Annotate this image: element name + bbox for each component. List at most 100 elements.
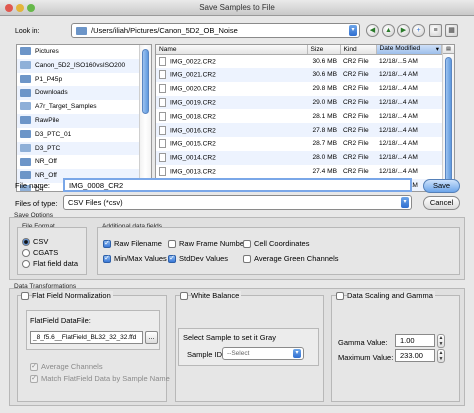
look-in-combo[interactable]: /Users/iliah/Pictures/Canon_5D2_OB_Noise… bbox=[71, 23, 360, 38]
folder-item[interactable]: P1_P45p bbox=[17, 73, 139, 87]
flat-field-datafile-input[interactable]: _8_f5.6__FlatField_BL32_32_32.ffd bbox=[30, 331, 143, 344]
file-kind-cell: CR2 File bbox=[340, 95, 376, 110]
new-folder-icon[interactable]: + bbox=[412, 24, 425, 37]
file-kind-cell: CR2 File bbox=[340, 150, 376, 165]
additional-fields-group bbox=[97, 227, 460, 275]
up-folder-icon[interactable]: ▲ bbox=[382, 24, 395, 37]
file-name-cell: IMG_0014.CR2 bbox=[156, 150, 307, 165]
file-size-cell: 28.1 MB bbox=[307, 109, 340, 123]
cancel-button[interactable]: Cancel bbox=[423, 196, 460, 210]
raw-filename-checkbox[interactable]: ✓ bbox=[103, 240, 111, 248]
cell-text: CR2 File bbox=[343, 140, 369, 148]
folder-icon bbox=[20, 171, 31, 180]
folder-item[interactable]: RawPile bbox=[17, 113, 139, 128]
cell-text: 12/18/...4 AM bbox=[379, 98, 418, 106]
file-size-cell: 29.0 MB bbox=[307, 95, 340, 110]
file-size-cell: 28.7 MB bbox=[307, 137, 340, 151]
folder-list[interactable]: Pictures Canon_5D2_ISO160vsISO200 P1_P45p D… bbox=[16, 44, 152, 192]
column-header-kind[interactable]: Kind bbox=[340, 45, 377, 55]
flat-field-radio[interactable] bbox=[22, 260, 30, 268]
file-table[interactable]: Name Size Kind Date Modified ▾ IMG_0022.C… bbox=[155, 44, 455, 192]
table-row[interactable]: IMG_0015.CR2 28.7 MB CR2 File 12/18/...4 AM bbox=[156, 137, 442, 151]
file-size-cell: 27.8 MB bbox=[307, 123, 340, 138]
maximum-value-stepper[interactable]: ▲ ▼ bbox=[437, 349, 445, 363]
minimize-window-icon[interactable] bbox=[16, 4, 24, 12]
save-button[interactable]: Save bbox=[423, 179, 460, 193]
data-scaling-checkbox[interactable] bbox=[336, 292, 344, 300]
list-view-icon[interactable]: ≡ bbox=[429, 24, 442, 37]
average-channels-label: Average Channels bbox=[41, 362, 103, 371]
folder-list-scrollbar[interactable] bbox=[139, 45, 151, 191]
cgats-radio[interactable] bbox=[22, 249, 30, 257]
folder-icon bbox=[20, 47, 31, 56]
file-name-input[interactable]: IMG_0008_CR2 bbox=[63, 178, 412, 192]
details-view-icon[interactable]: ▦ bbox=[445, 24, 458, 37]
cell-coordinates-label: Cell Coordinates bbox=[254, 239, 310, 248]
average-channels-checkbox[interactable]: ✓ bbox=[30, 363, 38, 371]
scrollbar-thumb[interactable] bbox=[142, 49, 149, 114]
raw-frame-number-checkbox[interactable] bbox=[168, 240, 176, 248]
folder-item[interactable]: A7r_Target_Samples bbox=[17, 100, 139, 114]
cell-text: 29.8 MB bbox=[312, 85, 337, 93]
min-max-values-checkbox[interactable]: ✓ bbox=[103, 255, 111, 263]
column-header-date-modified[interactable]: Date Modified ▾ bbox=[376, 45, 442, 55]
cell-text: 12/18/...4 AM bbox=[379, 126, 418, 134]
folder-item[interactable]: D3_PTC bbox=[17, 141, 139, 156]
table-row[interactable]: IMG_0020.CR2 29.8 MB CR2 File 12/18/...4 AM bbox=[156, 82, 442, 96]
gamma-value-input[interactable]: 1.00 bbox=[395, 334, 435, 347]
file-table-scrollbar[interactable]: ▤ bbox=[442, 45, 454, 191]
csv-radio[interactable] bbox=[22, 238, 30, 246]
file-name-cell: IMG_0018.CR2 bbox=[156, 109, 307, 123]
folder-item[interactable]: NR_Off bbox=[17, 155, 139, 169]
scrollbar-thumb[interactable] bbox=[445, 57, 452, 185]
gamma-stepper[interactable]: ▲ ▼ bbox=[437, 334, 445, 348]
cell-text: IMG_0020.CR2 bbox=[170, 85, 216, 93]
folder-item[interactable]: D3_PTC_01 bbox=[17, 128, 139, 142]
table-row[interactable]: IMG_0018.CR2 28.1 MB CR2 File 12/18/...4 AM bbox=[156, 109, 442, 123]
folder-item[interactable]: Canon_5D2_ISO160vsISO200 bbox=[17, 58, 139, 73]
table-row[interactable]: IMG_0022.CR2 30.6 MB CR2 File 12/18/...5 AM bbox=[156, 54, 442, 68]
cell-coordinates-checkbox[interactable] bbox=[243, 240, 251, 248]
average-green-channels-checkbox[interactable] bbox=[243, 255, 251, 263]
back-icon[interactable]: ◀ bbox=[366, 24, 379, 37]
folder-item[interactable]: Downloads bbox=[17, 86, 139, 101]
table-row[interactable]: IMG_0014.CR2 28.0 MB CR2 File 12/18/...4 AM bbox=[156, 150, 442, 165]
forward-icon[interactable]: ▶ bbox=[397, 24, 410, 37]
title-bar: Save Samples to File bbox=[0, 0, 474, 16]
file-name-cell: IMG_0016.CR2 bbox=[156, 123, 307, 138]
folder-item[interactable]: Pictures bbox=[17, 45, 139, 59]
white-balance-instruction: Select Sample to set it Gray bbox=[183, 333, 276, 342]
column-header-size[interactable]: Size bbox=[307, 45, 341, 55]
file-date-cell: 12/18/...4 AM bbox=[376, 137, 442, 151]
stddev-values-checkbox[interactable]: ✓ bbox=[168, 255, 176, 263]
maximum-value-input[interactable]: 233.00 bbox=[395, 349, 435, 362]
zoom-window-icon[interactable] bbox=[27, 4, 35, 12]
column-header-name[interactable]: Name bbox=[156, 45, 308, 55]
table-row[interactable]: IMG_0016.CR2 27.8 MB CR2 File 12/18/...4 AM bbox=[156, 123, 442, 138]
sample-id-select[interactable]: --Select ▾ bbox=[222, 347, 304, 360]
column-picker-icon[interactable]: ▤ bbox=[443, 45, 454, 54]
flat-field-normalization-checkbox[interactable] bbox=[21, 292, 29, 300]
white-balance-checkbox[interactable] bbox=[180, 292, 188, 300]
maximum-value-label: Maximum Value: bbox=[338, 353, 394, 362]
cell-text: 12/18/...4 AM bbox=[379, 112, 418, 120]
table-row[interactable]: IMG_0021.CR2 30.6 MB CR2 File 12/18/...4 AM bbox=[156, 67, 442, 82]
file-type-label: Files of type: bbox=[15, 199, 58, 208]
browse-button[interactable]: ... bbox=[145, 331, 158, 344]
file-type-select[interactable]: CSV Files (*csv) ▾ bbox=[63, 195, 412, 210]
cell-text: CR2 File bbox=[343, 98, 369, 106]
table-row[interactable]: IMG_0019.CR2 29.0 MB CR2 File 12/18/...4 AM bbox=[156, 95, 442, 110]
min-max-values-label: Min/Max Values bbox=[114, 254, 167, 263]
data-scaling-label: Data Scaling and Gamma bbox=[347, 291, 435, 300]
file-icon bbox=[159, 56, 166, 66]
average-green-channels-label: Average Green Channels bbox=[254, 254, 339, 263]
cell-text: 12/18/...4 AM bbox=[379, 154, 418, 162]
cell-text: IMG_0013.CR2 bbox=[170, 168, 216, 176]
table-row[interactable]: IMG_0013.CR2 27.4 MB CR2 File 12/18/...4 AM bbox=[156, 165, 442, 179]
file-date-cell: 12/18/...4 AM bbox=[376, 123, 442, 138]
match-by-sample-name-checkbox[interactable]: ✓ bbox=[30, 375, 38, 383]
close-window-icon[interactable] bbox=[5, 4, 13, 12]
sort-desc-icon: ▾ bbox=[435, 46, 439, 54]
folder-icon bbox=[20, 143, 31, 152]
folder-item-label: D3_PTC bbox=[35, 144, 61, 152]
